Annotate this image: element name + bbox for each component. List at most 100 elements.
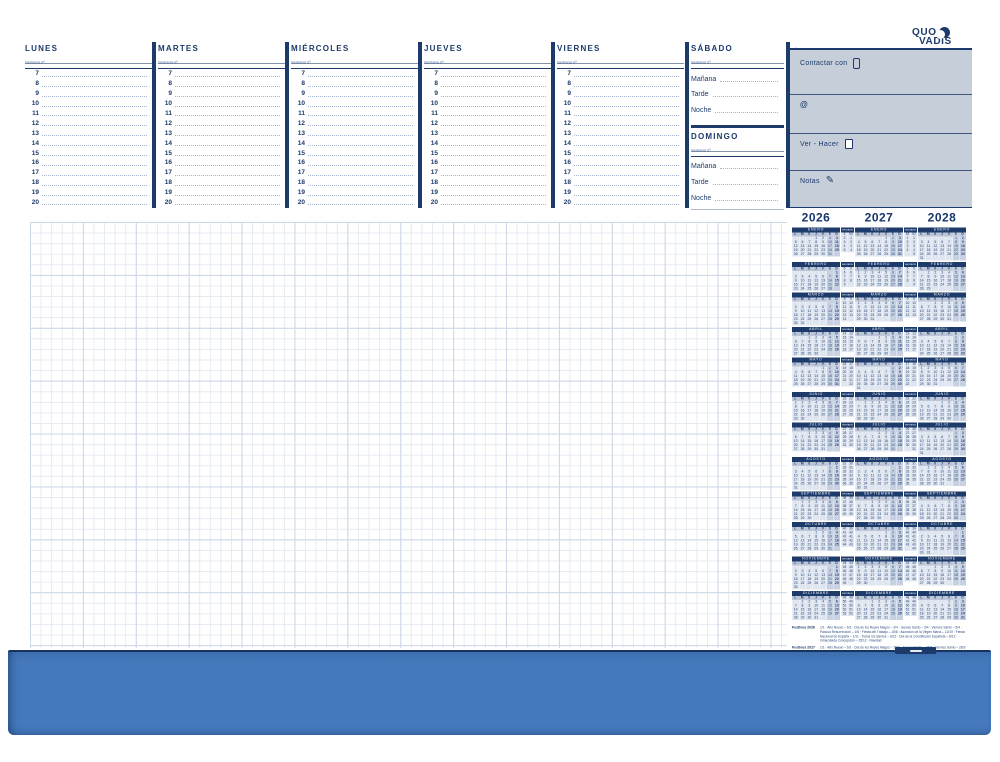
hours-list: 7891011121314151617181920	[557, 68, 684, 207]
year-gap	[841, 211, 854, 225]
mini-month: NOVIEMBRELMXJVSD123456789101112131415161…	[792, 557, 840, 590]
day-cell	[959, 287, 966, 291]
hour-row: 19	[25, 188, 152, 198]
day-cell: 25	[918, 517, 925, 521]
day-cell: 31	[918, 452, 925, 456]
info-panel: Contactar con @ Ver - Hacer Notas ✎	[790, 48, 972, 208]
week-number: 52	[848, 612, 855, 616]
day-cell: 25	[876, 283, 883, 287]
day-cell: 29	[862, 417, 869, 421]
month-grid: LMXJVSD123456789101112131415161718192021…	[855, 562, 903, 586]
day-cell: 29	[813, 547, 820, 551]
hour-row: 19	[424, 188, 551, 198]
day-cell	[959, 482, 966, 486]
hour-line	[441, 204, 546, 205]
day-cell: 28	[792, 517, 799, 521]
day-cell: 31	[959, 616, 966, 620]
day-cell	[925, 257, 932, 261]
day-cell	[819, 586, 826, 590]
day-cell: 26	[862, 253, 869, 257]
hour-label: 17	[557, 170, 571, 178]
slot-line	[713, 96, 778, 97]
day-cell	[896, 517, 903, 521]
year-gap	[904, 211, 917, 225]
hour-line	[308, 145, 413, 146]
day-cell	[939, 551, 946, 555]
day-cell: 30	[819, 253, 826, 257]
day-cell	[806, 322, 813, 326]
day-cell	[945, 551, 952, 555]
clipboard-icon	[845, 139, 853, 149]
mini-month: JULIOLMXJVSD1234567891011121314151617181…	[855, 423, 903, 452]
day-cell	[959, 417, 966, 421]
at-icon: @	[800, 100, 808, 109]
hour-label: 15	[424, 151, 438, 159]
hour-label: 10	[291, 101, 305, 109]
hour-row: 18	[424, 178, 551, 188]
day-cell: 30	[862, 318, 869, 322]
hour-label: 17	[158, 170, 172, 178]
hour-row: 12	[557, 118, 684, 128]
hour-label: 8	[25, 81, 39, 89]
day-cell: 27	[855, 517, 862, 521]
phone-icon	[853, 58, 860, 69]
hour-line	[42, 96, 147, 97]
day-cell: 29	[939, 417, 946, 421]
hour-line	[42, 76, 147, 77]
day-cell: 25	[855, 253, 862, 257]
day-cell: 30	[889, 253, 896, 257]
day-cell: 30	[959, 352, 966, 356]
hour-line	[42, 204, 147, 205]
week-number: 48	[911, 578, 918, 582]
day-cell: 28	[876, 547, 883, 551]
hour-line	[175, 185, 280, 186]
contact-label: Contactar con	[800, 60, 847, 67]
day-cell	[826, 448, 833, 452]
hour-label: 12	[291, 121, 305, 129]
notes-section: Notas ✎	[800, 176, 834, 186]
hour-label: 12	[158, 121, 172, 129]
todo-section: Ver - Hacer	[800, 139, 853, 149]
mini-month: FEBREROLMXJVSD12345678910111213141516171…	[855, 262, 903, 287]
hour-line	[175, 76, 280, 77]
hour-label: 14	[557, 141, 571, 149]
hour-label: 8	[557, 81, 571, 89]
hour-line	[574, 175, 679, 176]
day-cell: 28	[925, 582, 932, 586]
day-cell: 31	[882, 616, 889, 620]
weekday-column: VIERNESSemana nº789101112131415161718192…	[557, 42, 684, 208]
corner-tab	[895, 647, 936, 654]
day-cell: 28	[945, 352, 952, 356]
day-cell: 28	[876, 253, 883, 257]
hour-line	[308, 125, 413, 126]
bottom-band	[8, 650, 991, 735]
week-strip-grid: 22222323242425252626	[904, 397, 917, 417]
hour-row: 8	[557, 79, 684, 89]
day-cell	[889, 387, 896, 391]
hour-line	[574, 155, 679, 156]
week-strip: semana22222323242425252626	[904, 392, 917, 417]
hour-line	[42, 175, 147, 176]
day-cell	[819, 417, 826, 421]
hour-row: 14	[557, 138, 684, 148]
day-cell	[799, 586, 806, 590]
mini-month: MAYOLMXJVSD12345678910111213141516171819…	[855, 358, 903, 391]
week-strip-grid: 40394140424143424443	[841, 527, 854, 547]
hour-row: 10	[158, 99, 285, 109]
mini-month: JUNIOLMXJVSD1234567891011121314151617181…	[855, 392, 903, 421]
slot-row: Noche	[691, 100, 784, 116]
week-number: 9	[911, 283, 918, 287]
hour-row: 8	[291, 79, 418, 89]
hour-row: 17	[557, 168, 684, 178]
week-number	[848, 318, 855, 322]
day-cell	[896, 352, 903, 356]
week-number: 22	[848, 383, 855, 387]
week-strip: semana49485049515052515352	[841, 591, 854, 616]
day-cell: 28	[799, 352, 806, 356]
hour-label: 17	[25, 170, 39, 178]
day-cell	[932, 257, 939, 261]
slot-line	[715, 112, 778, 113]
hour-row: 18	[25, 178, 152, 188]
hour-line	[574, 125, 679, 126]
hour-label: 13	[424, 131, 438, 139]
